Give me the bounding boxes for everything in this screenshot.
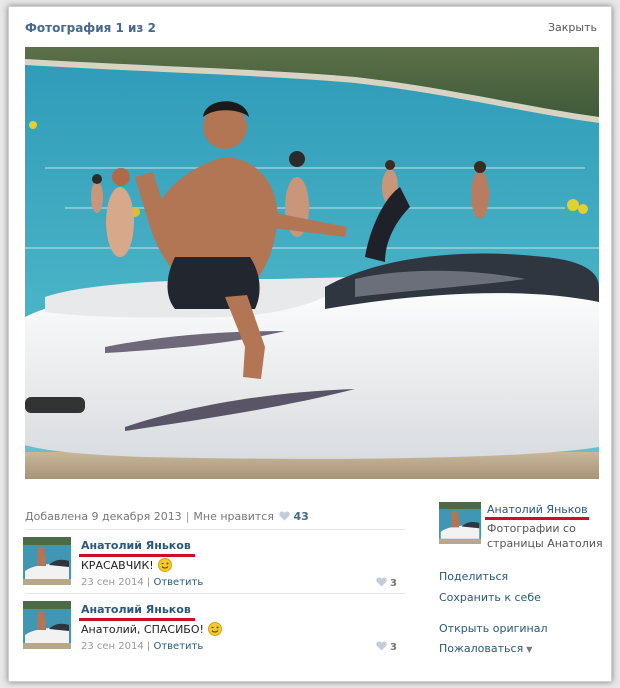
reply-link[interactable]: Ответить bbox=[153, 641, 203, 652]
main-photo[interactable] bbox=[25, 47, 599, 479]
save-to-my-photos-link[interactable]: Сохранить к себе bbox=[439, 591, 541, 604]
avatar[interactable] bbox=[23, 537, 71, 585]
likes-count[interactable]: 43 bbox=[293, 510, 308, 523]
owner-name-link[interactable]: Анатолий Яньков bbox=[487, 503, 588, 516]
comment-author[interactable]: Анатолий Яньков bbox=[81, 603, 191, 616]
comment-likes[interactable]: 3 bbox=[374, 641, 397, 654]
comment-date[interactable]: 23 сен 2014 bbox=[81, 577, 144, 588]
wink-smiley-icon bbox=[157, 558, 172, 575]
chevron-down-icon: ▼ bbox=[526, 645, 533, 654]
divider bbox=[25, 529, 405, 530]
comment-item: Анатолий Яньков КРАСАВЧИК! 23 сен 2014 |… bbox=[23, 537, 403, 593]
highlight-underline bbox=[79, 618, 195, 621]
added-date: Добавлена 9 декабря 2013 bbox=[25, 510, 182, 523]
comment-date[interactable]: 23 сен 2014 bbox=[81, 641, 144, 652]
photo-viewer-window: Фотография 1 из 2 Закрыть Добавлена 9 де… bbox=[8, 6, 612, 682]
photo-counter-title: Фотография 1 из 2 bbox=[25, 21, 156, 35]
close-button[interactable]: Закрыть bbox=[548, 21, 597, 34]
heart-icon[interactable] bbox=[279, 511, 291, 524]
comment-text: Анатолий, СПАСИБО! bbox=[81, 622, 222, 639]
divider bbox=[25, 593, 405, 594]
comment-text: КРАСАВЧИК! bbox=[81, 558, 172, 575]
share-link[interactable]: Поделиться bbox=[439, 570, 508, 583]
open-original-link[interactable]: Открыть оригинал bbox=[439, 622, 548, 635]
album-description[interactable]: Фотографии со страницы Анатолия bbox=[487, 521, 607, 551]
comment-meta: 23 сен 2014 | Ответить bbox=[81, 577, 204, 588]
comment-meta: 23 сен 2014 | Ответить bbox=[81, 641, 204, 652]
highlight-underline bbox=[79, 554, 195, 557]
comment-item: Анатолий Яньков Анатолий, СПАСИБО! 23 се… bbox=[23, 601, 403, 657]
reply-link[interactable]: Ответить bbox=[153, 577, 203, 588]
comment-author[interactable]: Анатолий Яньков bbox=[81, 539, 191, 552]
avatar[interactable] bbox=[23, 601, 71, 649]
report-dropdown[interactable]: Пожаловаться ▼ bbox=[439, 642, 532, 655]
photo-meta: Добавлена 9 декабря 2013 | Мне нравится 43 bbox=[25, 510, 309, 524]
heart-icon[interactable] bbox=[376, 641, 387, 654]
wink-smiley-icon bbox=[207, 622, 222, 639]
heart-icon[interactable] bbox=[376, 577, 387, 590]
like-link[interactable]: Мне нравится bbox=[193, 510, 274, 523]
highlight-underline bbox=[485, 517, 589, 520]
owner-avatar[interactable] bbox=[439, 502, 481, 544]
comment-likes[interactable]: 3 bbox=[374, 577, 397, 590]
